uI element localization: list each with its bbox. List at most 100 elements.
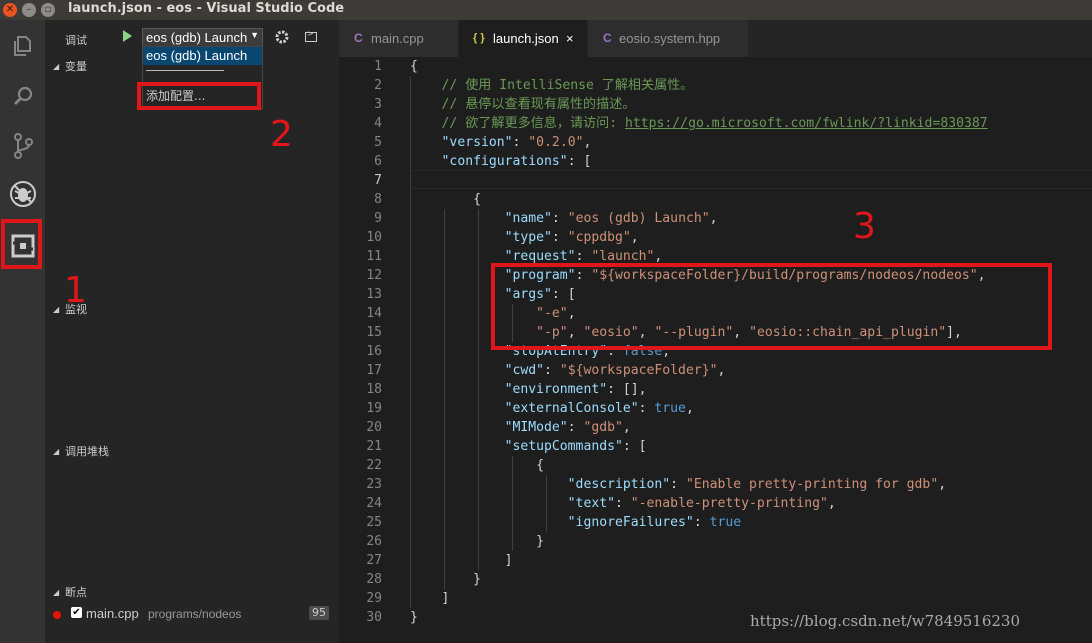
line-number: 10 — [366, 230, 382, 245]
launch-config-select[interactable]: eos (gdb) Launch ▼ — [142, 28, 263, 47]
line-number: 21 — [366, 439, 382, 454]
gear-icon[interactable] — [274, 29, 290, 45]
debug-label: 调试 — [65, 34, 87, 47]
json-key: "setupCommands" — [504, 439, 623, 454]
line-number: 12 — [366, 268, 382, 283]
collapse-icon: ◢ — [53, 305, 60, 314]
watermark: https://blog.csdn.net/w7849516230 — [750, 612, 1020, 630]
dropdown-add-configuration[interactable]: 添加配置... — [146, 87, 205, 104]
tab-main-cpp[interactable]: C main.cpp — [339, 20, 458, 57]
close-icon[interactable]: × — [566, 20, 574, 57]
source-control-icon[interactable] — [0, 122, 45, 170]
code-line: 16 "stopAtEntry": false, — [339, 342, 1092, 361]
json-key: "ignoreFailures" — [567, 515, 694, 530]
code-line: 8 { — [339, 190, 1092, 209]
json-string: "gdb" — [583, 420, 623, 435]
section-call-stack-label: 调用堆栈 — [65, 445, 109, 458]
json-string: "${workspaceFolder}/build/programs/nodeo… — [591, 268, 978, 283]
section-call-stack[interactable]: ◢ 调用堆栈 — [45, 442, 339, 462]
section-variables-label: 变量 — [65, 60, 87, 73]
json-string: "eosio" — [583, 325, 639, 340]
line-number: 23 — [366, 477, 382, 492]
line-number: 3 — [374, 97, 382, 112]
json-string: "${workspaceFolder}" — [559, 363, 718, 378]
breakpoint-file: main.cpp — [86, 606, 139, 621]
code-line: 26 } — [339, 532, 1092, 551]
debug-sidebar: 调试 eos (gdb) Launch ▼ ◢ 变量 ◢ 监视 ◢ 调用堆栈 ◢… — [45, 20, 339, 643]
json-key: "environment" — [504, 382, 608, 397]
line-number: 30 — [366, 610, 382, 625]
window-minimize-button[interactable]: – — [22, 3, 36, 17]
code-line: 22 { — [339, 456, 1092, 475]
line-number: 7 — [374, 173, 382, 188]
code-line: 14 "-e", — [339, 304, 1092, 323]
code-line: 17 "cwd": "${workspaceFolder}", — [339, 361, 1092, 380]
json-string: "eos (gdb) Launch" — [567, 211, 710, 226]
line-number: 11 — [366, 249, 382, 264]
line-number: 14 — [366, 306, 382, 321]
debug-icon[interactable] — [0, 170, 45, 218]
json-string: "-e" — [536, 306, 568, 321]
window-maximize-button[interactable]: ▫ — [41, 3, 55, 17]
json-key: "stopAtEntry" — [504, 344, 608, 359]
tab-label: eosio.system.hpp — [619, 31, 721, 46]
tab-label: main.cpp — [371, 31, 424, 46]
code-line: 24 "text": "-enable-pretty-printing", — [339, 494, 1092, 513]
code-line: 20 "MIMode": "gdb", — [339, 418, 1092, 437]
code-link[interactable]: https://go.microsoft.com/fwlink/?linkid=… — [625, 116, 988, 131]
line-number: 27 — [366, 553, 382, 568]
code-comment: // 欲了解更多信息，请访问: — [441, 116, 625, 131]
code-line: 28 } — [339, 570, 1092, 589]
chevron-down-icon: ▼ — [250, 30, 259, 40]
tab-eosio-system-hpp[interactable]: C eosio.system.hpp — [588, 20, 748, 57]
extensions-icon[interactable] — [0, 222, 45, 270]
json-key: "text" — [567, 496, 615, 511]
tab-launch-json[interactable]: { } launch.json × — [459, 20, 587, 57]
section-watch[interactable]: ◢ 监视 — [45, 300, 339, 320]
code-line: 12 "program": "${workspaceFolder}/build/… — [339, 266, 1092, 285]
breakpoint-line: 95 — [309, 606, 329, 620]
section-breakpoints-label: 断点 — [65, 586, 87, 599]
code-line: 10 "type": "cppdbg", — [339, 228, 1092, 247]
activity-bar — [0, 20, 45, 643]
line-number: 6 — [374, 154, 382, 169]
search-icon[interactable] — [0, 72, 45, 120]
line-number: 8 — [374, 192, 382, 207]
line-number: 18 — [366, 382, 382, 397]
code-line: 19 "externalConsole": true, — [339, 399, 1092, 418]
code-line: 18 "environment": [], — [339, 380, 1092, 399]
annotation-number-3: 3 — [853, 206, 876, 247]
code-line: 6 "configurations": [ — [339, 152, 1092, 171]
line-number: 15 — [366, 325, 382, 340]
json-string: "-enable-pretty-printing" — [630, 496, 828, 511]
json-key: "name" — [504, 211, 552, 226]
window-close-button[interactable]: ✕ — [3, 3, 17, 17]
code-line: 9 "name": "eos (gdb) Launch", — [339, 209, 1092, 228]
explorer-icon[interactable] — [0, 22, 45, 70]
code-line: 5 "version": "0.2.0", — [339, 133, 1092, 152]
line-number: 5 — [374, 135, 382, 150]
json-key: "cwd" — [504, 363, 545, 378]
breakpoint-checkbox[interactable]: ✔ — [71, 607, 82, 618]
code-comment: // 使用 IntelliSense 了解相关属性。 — [441, 78, 694, 93]
json-key: "configurations" — [441, 154, 568, 169]
breakpoint-item[interactable]: ✔ main.cpp programs/nodeos 95 — [45, 603, 339, 625]
code-line: 21 "setupCommands": [ — [339, 437, 1092, 456]
line-number: 26 — [366, 534, 382, 549]
json-literal: true — [654, 401, 686, 416]
code-editor[interactable]: 1{ 2 // 使用 IntelliSense 了解相关属性。 3 // 悬停以… — [339, 57, 1092, 643]
json-key: "version" — [441, 135, 513, 150]
line-number: 16 — [366, 344, 382, 359]
cpp-file-icon: C — [354, 31, 363, 45]
line-number: 20 — [366, 420, 382, 435]
editor-tabs: C main.cpp { } launch.json × C eosio.sys… — [339, 20, 1092, 57]
tab-label: launch.json — [493, 31, 559, 46]
json-string: "Enable pretty-printing for gdb" — [685, 477, 939, 492]
code-line: 23 "description": "Enable pretty-printin… — [339, 475, 1092, 494]
annotation-number-2: 2 — [270, 114, 293, 155]
code-text: { — [410, 59, 418, 74]
debug-console-icon[interactable] — [305, 29, 317, 42]
start-debugging-icon[interactable] — [123, 30, 132, 42]
breakpoint-dot-icon — [53, 611, 61, 619]
section-breakpoints[interactable]: ◢ 断点 — [45, 583, 339, 603]
